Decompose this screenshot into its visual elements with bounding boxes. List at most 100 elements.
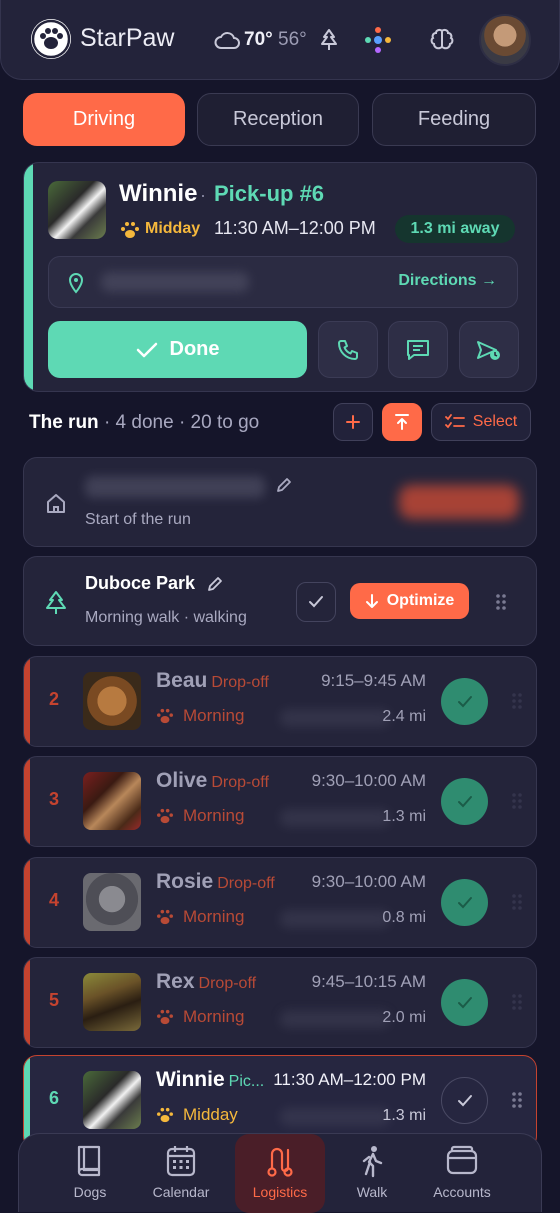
done-button[interactable]: Done — [48, 321, 307, 378]
edit-pencil-icon[interactable] — [206, 575, 224, 593]
complete-button[interactable] — [441, 678, 488, 725]
nav-dogs[interactable]: Dogs — [45, 1134, 135, 1213]
nav-accounts[interactable]: Accounts — [417, 1134, 507, 1213]
stop-type: Drop-off — [211, 674, 269, 691]
paw-icon — [156, 1009, 174, 1025]
address-redacted — [101, 272, 249, 292]
stop-time: 9:30–10:00 AM — [311, 872, 426, 891]
distance-badge: 1.3 mi away — [395, 215, 515, 243]
wallet-icon — [446, 1145, 478, 1175]
drag-handle-icon[interactable] — [495, 593, 507, 611]
temp-high: 70° — [244, 29, 273, 50]
tree-icon[interactable] — [318, 28, 340, 52]
stop-distance: 1.3 mi — [382, 1107, 426, 1124]
message-button[interactable] — [388, 321, 448, 378]
current-indicator-bar — [24, 163, 33, 391]
dog-name: Rosie Drop-off — [156, 870, 275, 894]
address-row[interactable]: Directions → — [48, 256, 518, 308]
edit-pencil-icon[interactable] — [275, 476, 293, 494]
stop-number: 4 — [49, 890, 60, 910]
stop-number: 6 — [49, 1088, 60, 1108]
complete-button[interactable] — [441, 778, 488, 825]
start-of-run-card[interactable]: Start of the run — [23, 457, 537, 547]
phone-icon — [338, 339, 358, 360]
drag-handle-icon[interactable] — [511, 893, 523, 911]
arrow-up-bar-icon — [395, 414, 409, 430]
avatar[interactable] — [479, 14, 531, 66]
brand-name: StarPaw — [80, 24, 175, 52]
nav-walk[interactable]: Walk — [327, 1134, 417, 1213]
tab-reception[interactable]: Reception — [197, 93, 359, 146]
run-header: The run · 4 done · 20 to go — [29, 412, 259, 434]
list-item[interactable]: 5 Rex Drop-off Morning 9:45–10:15 AM 2.0 … — [23, 957, 537, 1048]
select-label: Select — [472, 413, 518, 430]
dots-status-icon[interactable] — [363, 26, 393, 54]
tab-feeding[interactable]: Feeding — [372, 93, 536, 146]
dog-name-text: Olive — [156, 769, 208, 792]
optimize-button[interactable]: Optimize — [350, 583, 469, 619]
book-icon — [77, 1145, 101, 1177]
list-item[interactable]: 4 Rosie Drop-off Morning 9:30–10:00 AM 0.… — [23, 857, 537, 948]
paw-icon — [156, 708, 174, 724]
cloud-icon — [214, 30, 240, 50]
current-dog-name: Winnie — [119, 180, 198, 207]
park-done-checkbox[interactable] — [296, 582, 336, 622]
drag-handle-icon[interactable] — [511, 792, 523, 810]
call-button[interactable] — [318, 321, 378, 378]
list-item[interactable]: 2 Beau Drop-off Morning 9:15–9:45 AM 2.4 … — [23, 656, 537, 747]
dog-name-text: Beau — [156, 669, 208, 692]
drag-handle-icon[interactable] — [511, 692, 523, 710]
park-walk-card[interactable]: Duboce Park Morning walk · walking Optim… — [23, 556, 537, 646]
stop-time: 9:30–10:00 AM — [311, 771, 426, 790]
start-time-redacted — [399, 485, 519, 519]
current-period: Midday — [145, 220, 201, 237]
select-button[interactable]: Select — [431, 403, 531, 441]
plus-icon — [346, 415, 360, 429]
stop-number: 3 — [49, 789, 60, 809]
stop-time: 9:15–9:45 AM — [321, 671, 426, 690]
dog-name: Olive Drop-off — [156, 769, 269, 793]
scroll-top-button[interactable] — [382, 403, 422, 441]
check-icon — [136, 342, 157, 357]
address-redacted — [280, 709, 390, 727]
brain-icon[interactable] — [429, 28, 455, 52]
route-icon — [267, 1147, 293, 1177]
optimize-label: Optimize — [386, 592, 455, 609]
stop-distance: 1.3 mi — [382, 808, 426, 825]
dog-name: Rex Drop-off — [156, 970, 256, 994]
nav-calendar[interactable]: Calendar — [136, 1134, 226, 1213]
stop-type: Drop-off — [217, 875, 275, 892]
complete-button[interactable] — [441, 879, 488, 926]
start-address-redacted — [85, 476, 265, 498]
dropoff-indicator-bar — [24, 757, 30, 846]
dog-name: Beau Drop-off — [156, 669, 269, 693]
nav-logistics[interactable]: Logistics — [235, 1134, 325, 1213]
checklist-icon — [444, 414, 465, 429]
dog-photo — [83, 973, 141, 1031]
check-icon — [457, 1094, 472, 1106]
check-icon — [457, 996, 472, 1008]
arrow-down-icon — [365, 594, 378, 608]
separator-dot: · — [200, 185, 206, 205]
add-stop-button[interactable] — [333, 403, 373, 441]
dropoff-indicator-bar — [24, 858, 30, 947]
current-time-window: 11:30 AM–12:00 PM — [214, 218, 376, 238]
complete-button[interactable] — [441, 979, 488, 1026]
stop-number: 5 — [49, 990, 60, 1010]
list-item[interactable]: 3 Olive Drop-off Morning 9:30–10:00 AM 1.… — [23, 756, 537, 847]
walking-person-icon — [362, 1146, 383, 1178]
directions-link[interactable]: Directions → — [398, 272, 497, 290]
dog-name-text: Winnie — [156, 1068, 225, 1091]
stop-period: Morning — [183, 907, 245, 926]
check-icon — [457, 896, 472, 908]
drag-handle-icon[interactable] — [511, 1091, 523, 1109]
dog-photo — [83, 1071, 141, 1129]
send-eta-button[interactable] — [459, 321, 519, 378]
stop-period: Morning — [183, 806, 245, 825]
tab-driving[interactable]: Driving — [23, 93, 185, 146]
complete-button[interactable] — [441, 1077, 488, 1124]
drag-handle-icon[interactable] — [511, 993, 523, 1011]
stop-type: Drop-off — [211, 774, 269, 791]
dog-photo — [83, 672, 141, 730]
location-pin-icon — [67, 272, 85, 294]
